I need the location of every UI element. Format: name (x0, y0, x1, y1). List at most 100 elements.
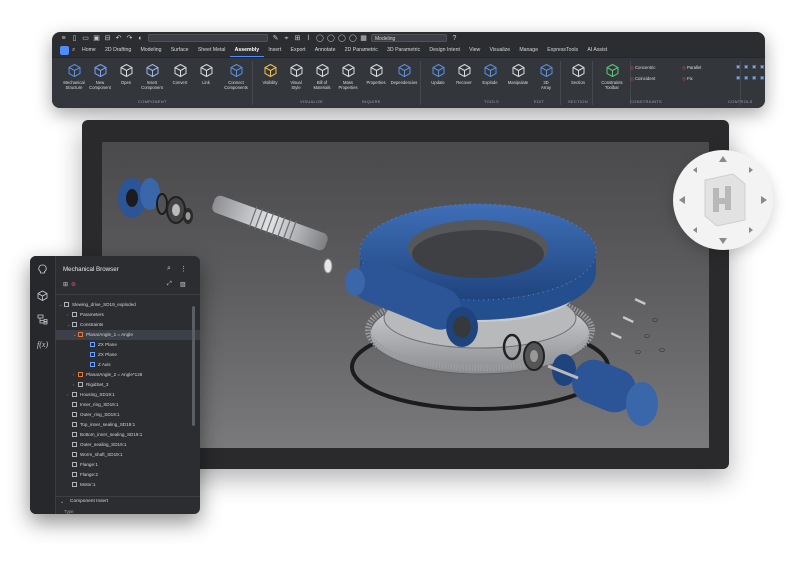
bill-of-materials-button[interactable]: Bill of Materials (308, 63, 336, 90)
tree-item[interactable]: › PlanarAngle_2 = Angle*128 (55, 370, 200, 380)
control-toggle-icon[interactable]: ▣ (736, 75, 740, 81)
constraint-coincident-button[interactable]: ◎ Coincident (630, 76, 655, 82)
properties-button[interactable]: Properties (362, 63, 390, 85)
tree-item[interactable]: Bottom_inner_sealing_SD19:1 (55, 430, 200, 440)
save-icon[interactable]: ▣ (93, 35, 100, 42)
tree-item[interactable]: Motor:1 (55, 480, 200, 490)
link-button[interactable]: Link (192, 63, 220, 85)
constraint-concentric-button[interactable]: ◎ Concentric (630, 65, 656, 71)
browser-search-icon[interactable]: ⌕ (167, 265, 171, 273)
cube-icon[interactable] (37, 290, 48, 301)
constraints-toolbar-button[interactable]: Constraints Toolbar (598, 63, 626, 90)
app-menu-button[interactable] (60, 46, 69, 55)
tree-item[interactable]: › Housing_SD19:1 (55, 390, 200, 400)
brush-icon[interactable]: ⌇ (305, 35, 312, 42)
open-button[interactable]: Open (112, 63, 140, 85)
tab-modeling[interactable]: Modeling (136, 45, 166, 56)
tree-item[interactable]: ⌄ PlanarAngle_1 = Angle (55, 330, 200, 340)
filter-icon[interactable]: ⊞ (63, 281, 68, 288)
section-chevron-icon[interactable]: ⌄ (60, 499, 64, 505)
circle-c-icon[interactable]: ◯ (338, 35, 346, 42)
structure-tree-icon[interactable] (37, 314, 48, 325)
insert-component-button[interactable]: Insert Component (138, 63, 166, 90)
tab-ai-assist[interactable]: AI Assist (583, 45, 612, 56)
connect-components-button[interactable]: Connect Components (222, 63, 250, 90)
mechanical-structure-button[interactable]: Mechanical Structure (60, 63, 88, 90)
control-toggle-icon[interactable]: ▣ (760, 64, 764, 70)
print-icon[interactable]: ⊟ (104, 35, 111, 42)
dependencies-button[interactable]: Dependencies (390, 63, 418, 85)
tab-annotate[interactable]: Annotate (310, 45, 340, 56)
tree-item[interactable]: ⌄ Slewing_drive_SD19_exploded (55, 300, 200, 310)
filter-red-icon[interactable]: ⊕ (71, 281, 76, 288)
tree-item[interactable]: Top_inner_sealing_SD19:1 (55, 420, 200, 430)
tree-item[interactable]: Inner_ring_SD19:1 (55, 400, 200, 410)
component-insert-section[interactable]: Component Insert (70, 499, 108, 504)
tab-sheet-metal[interactable]: Sheet Metal (193, 45, 230, 56)
tab-surface[interactable]: Surface (166, 45, 193, 56)
manipulate-button[interactable]: Manipulate (504, 63, 532, 85)
tab-3d-parametric[interactable]: 3D Parametric (382, 45, 424, 56)
menu-icon[interactable]: ≡ (60, 35, 67, 42)
circle-b-icon[interactable]: ◯ (327, 35, 335, 42)
control-toggle-icon[interactable]: ▣ (744, 64, 748, 70)
control-toggle-icon[interactable]: ▣ (760, 75, 764, 81)
tab-manage[interactable]: Manage (515, 45, 543, 56)
tab-2d-drafting[interactable]: 2D Drafting (100, 45, 135, 56)
expand-icon[interactable]: ⤢ (167, 281, 172, 288)
tab-home[interactable]: Home (77, 45, 100, 56)
visual-style-button[interactable]: Visual Style (282, 63, 310, 90)
tree-item[interactable]: › Parameters (55, 310, 200, 320)
undo-icon[interactable]: ↶ (115, 35, 122, 42)
control-toggle-icon[interactable]: ▣ (752, 75, 756, 81)
constraint-parallel-button[interactable]: ◎ Parallel (682, 65, 701, 71)
control-toggle-icon[interactable]: ▣ (744, 75, 748, 81)
layer-icon[interactable]: ◐ (137, 35, 144, 42)
circle-d-icon[interactable]: ◯ (349, 35, 357, 42)
tree-item[interactable]: ZX Plane (55, 340, 200, 350)
recover-button[interactable]: Recover (450, 63, 478, 85)
constraint-fix-button[interactable]: ◎ Fix (682, 76, 693, 82)
redo-icon[interactable]: ↷ (126, 35, 133, 42)
tree-item[interactable]: Flange:2 (55, 470, 200, 480)
tab-insert[interactable]: Insert (264, 45, 286, 56)
tab-2d-parametric[interactable]: 2D Parametric (340, 45, 382, 56)
control-toggle-icon[interactable]: ▣ (736, 64, 740, 70)
3d-array-button[interactable]: 3D Array (532, 63, 560, 90)
browser-more-icon[interactable]: ⋮ (180, 265, 187, 273)
view-cube[interactable] (673, 150, 773, 250)
tree-item[interactable]: Z Axis (55, 360, 200, 370)
new-file-icon[interactable]: ▯ (71, 35, 78, 42)
explode-button[interactable]: Explode (476, 63, 504, 85)
help-icon[interactable]: ? (451, 35, 458, 42)
settings-panel-icon[interactable]: ▨ (180, 281, 186, 288)
workspace-combo[interactable]: Modeling (371, 34, 447, 42)
tree-item[interactable]: › RigidSet_3 (55, 380, 200, 390)
visibility-button[interactable]: Visibility (256, 63, 284, 85)
browser-scrollbar[interactable] (192, 306, 195, 426)
update-button[interactable]: Update (424, 63, 452, 85)
mass-properties-button[interactable]: Mass Properties (334, 63, 362, 90)
tab-visualize[interactable]: Visualize (485, 45, 515, 56)
function-icon[interactable]: f(x) (37, 338, 48, 349)
search-icon[interactable]: ⌕ (72, 47, 75, 54)
open-folder-icon[interactable]: ▭ (82, 35, 89, 42)
tab-assembly[interactable]: Assembly (230, 45, 264, 57)
workspace-icon[interactable]: ▦ (360, 35, 367, 42)
circle-a-icon[interactable]: ◯ (316, 35, 324, 42)
lightbulb-icon[interactable] (37, 264, 48, 275)
tree-item[interactable]: Outer_sealing_SD19:1 (55, 440, 200, 450)
control-toggle-icon[interactable]: ▣ (752, 64, 756, 70)
convert-button[interactable]: Convert (166, 63, 194, 85)
match-icon[interactable]: ⌖ (283, 35, 290, 42)
document-combo[interactable] (148, 34, 268, 42)
tab-expresstools[interactable]: ExpressTools (543, 45, 583, 56)
tree-item[interactable]: ZX Plane (55, 350, 200, 360)
tab-view[interactable]: View (465, 45, 485, 56)
tree-item[interactable]: Worm_shaft_SD19:1 (55, 450, 200, 460)
tab-design-intent[interactable]: Design Intent (425, 45, 465, 56)
section-button[interactable]: Section (564, 63, 592, 85)
tree-item[interactable]: ⌄ Constraints (55, 320, 200, 330)
tab-export[interactable]: Export (286, 45, 310, 56)
grid-icon[interactable]: ⊞ (294, 35, 301, 42)
